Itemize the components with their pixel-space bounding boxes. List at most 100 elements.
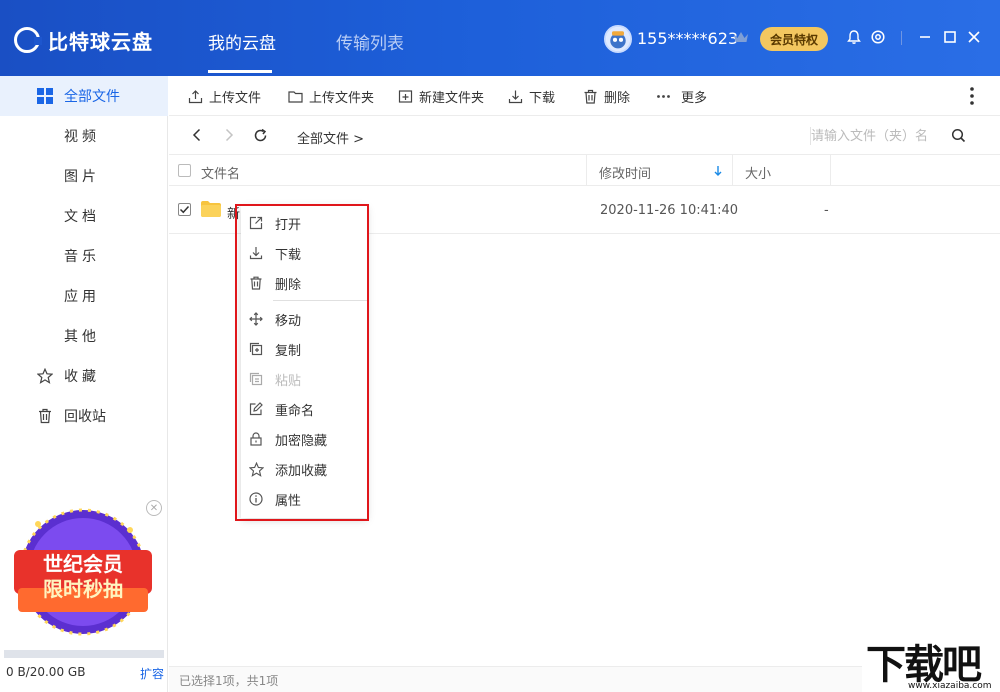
context-item-open[interactable]: 打开 [241, 208, 367, 238]
context-item-label: 打开 [275, 217, 302, 233]
select-all-checkbox[interactable] [178, 164, 191, 177]
crown-icon [734, 32, 748, 42]
sidebar-item-images[interactable]: 图片 [0, 156, 168, 196]
upload-folder-button[interactable]: 上传文件夹 [288, 88, 375, 106]
avatar-face-icon [606, 27, 630, 51]
context-item-properties[interactable]: 属性 [241, 484, 367, 514]
row-checkbox[interactable] [178, 203, 191, 216]
context-item-label: 添加收藏 [275, 463, 328, 479]
column-header-size[interactable]: 大小 [745, 163, 771, 182]
app-window: 比特球云盘 我的云盘 传输列表 155*****623 会员特权 全部文件 视频… [0, 0, 1000, 692]
tab-my-cloud[interactable]: 我的云盘 [208, 29, 276, 54]
expand-storage-link[interactable]: 扩容 [140, 665, 164, 682]
column-divider[interactable] [586, 155, 587, 186]
file-name[interactable]: 新 [227, 203, 240, 222]
sort-down-arrow-icon[interactable] [713, 165, 723, 177]
refresh-icon[interactable] [252, 127, 268, 143]
user-id: 155*****623 [637, 29, 739, 48]
sidebar-item-label: 文档 [64, 209, 100, 225]
forward-icon[interactable] [221, 127, 237, 143]
file-size: - [824, 203, 829, 218]
upload-file-button[interactable]: 上传文件 [188, 88, 261, 106]
download-button[interactable]: 下载 [508, 88, 555, 106]
sidebar-item-favorites[interactable]: 收藏 [0, 356, 168, 396]
column-header-name[interactable]: 文件名 [201, 163, 240, 182]
paste-icon [248, 371, 264, 387]
sidebar-item-label: 图片 [64, 169, 100, 185]
tab-transfer-list[interactable]: 传输列表 [336, 29, 404, 54]
context-item-paste[interactable]: 粘贴 [241, 364, 367, 394]
search-icon[interactable] [950, 127, 966, 143]
copy-icon [248, 341, 264, 357]
context-item-label: 移动 [275, 313, 302, 329]
more-label: 更多 [681, 90, 708, 106]
vip-privilege-button[interactable]: 会员特权 [760, 27, 828, 51]
promo-text-2: 限时秒抽 [43, 577, 123, 601]
more-horizontal-icon [657, 94, 670, 98]
maximize-icon[interactable] [941, 28, 959, 46]
new-folder-button[interactable]: 新建文件夹 [398, 88, 484, 106]
download-icon [248, 245, 264, 261]
storage-progress-bar [4, 650, 164, 658]
header-divider [901, 31, 902, 45]
context-item-label: 下载 [275, 247, 302, 263]
search-input[interactable] [811, 125, 951, 147]
sidebar-item-label: 视频 [64, 129, 100, 145]
sidebar-item-label: 应用 [64, 289, 100, 305]
sidebar-item-music[interactable]: 音乐 [0, 236, 168, 276]
sidebar-item-video[interactable]: 视频 [0, 116, 168, 156]
info-icon [248, 491, 264, 507]
context-item-add-favorite[interactable]: 添加收藏 [241, 454, 367, 484]
sidebar-item-apps[interactable]: 应用 [0, 276, 168, 316]
context-item-label: 复制 [275, 343, 302, 359]
context-item-download[interactable]: 下载 [241, 238, 367, 268]
gear-icon[interactable] [869, 28, 887, 46]
context-item-delete[interactable]: 删除 [241, 268, 367, 298]
back-icon[interactable] [189, 127, 205, 143]
promo-banner[interactable]: 世纪会员 限时秒抽 [8, 500, 158, 650]
open-external-icon [248, 215, 264, 231]
promo-close-icon[interactable]: ✕ [146, 500, 162, 516]
sidebar-item-other[interactable]: 其他 [0, 316, 168, 356]
sidebar-item-label: 音乐 [64, 249, 100, 265]
sidebar-item-all-files[interactable]: 全部文件 [0, 76, 168, 116]
sidebar-item-recycle-bin[interactable]: 回收站 [0, 396, 168, 436]
avatar[interactable] [604, 25, 632, 53]
context-item-encrypt-hide[interactable]: 加密隐藏 [241, 424, 367, 454]
context-item-label: 属性 [275, 493, 302, 509]
app-logo: 比特球云盘 [14, 25, 153, 55]
sidebar: 全部文件 视频 图片 文档 音乐 应用 其他 收藏 回收站 世纪会员 限时秒抽 … [0, 76, 168, 692]
context-item-rename[interactable]: 重命名 [241, 394, 367, 424]
download-icon [508, 90, 523, 103]
file-modified: 2020-11-26 10:41:40 [600, 203, 739, 218]
sidebar-item-label: 全部文件 [64, 89, 120, 105]
more-button[interactable]: 更多 [656, 88, 708, 106]
column-header-modified[interactable]: 修改时间 [599, 163, 651, 182]
checkmark-icon [179, 205, 190, 214]
sidebar-item-documents[interactable]: 文档 [0, 196, 168, 236]
column-divider[interactable] [732, 155, 733, 186]
breadcrumb[interactable]: 全部文件 > [297, 128, 364, 147]
watermark-url: www.xiazaiba.com [908, 681, 992, 691]
new-folder-icon [398, 89, 413, 103]
toolbar: 上传文件 上传文件夹 新建文件夹 下载 删除 更多 [169, 76, 1000, 116]
context-menu-divider [273, 300, 367, 301]
column-divider[interactable] [830, 155, 831, 186]
trash-icon [36, 407, 54, 425]
close-icon[interactable] [965, 28, 983, 46]
context-item-copy[interactable]: 复制 [241, 334, 367, 364]
delete-button[interactable]: 删除 [583, 88, 630, 106]
upload-folder-label: 上传文件夹 [309, 90, 375, 106]
bell-icon[interactable] [845, 28, 863, 46]
logo-text: 比特球云盘 [48, 29, 153, 54]
folder-icon [201, 201, 221, 217]
lock-icon [248, 431, 264, 447]
context-item-label: 删除 [275, 277, 302, 293]
logo-mark-icon [14, 27, 42, 53]
context-item-label: 粘贴 [275, 373, 302, 389]
more-vertical-icon[interactable] [964, 86, 980, 106]
context-item-label: 加密隐藏 [275, 433, 328, 449]
context-item-move[interactable]: 移动 [241, 304, 367, 334]
minimize-icon[interactable] [916, 28, 934, 46]
trash-icon [584, 89, 597, 104]
